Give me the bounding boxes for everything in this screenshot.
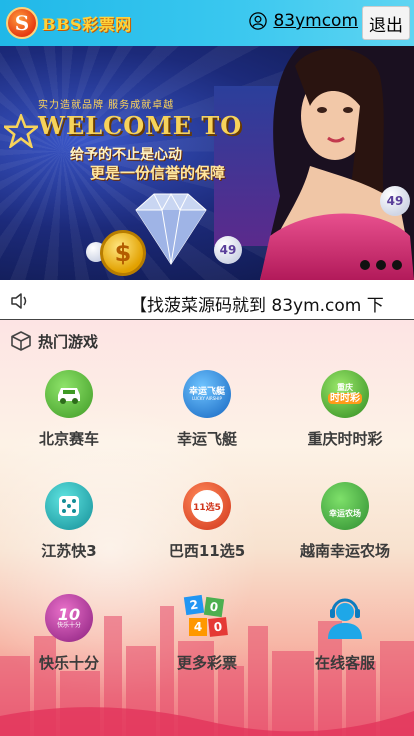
number-tile: 0 bbox=[208, 617, 228, 637]
section-header: 热门游戏 bbox=[10, 330, 98, 352]
announcement-text: 【找菠菜源码就到 83ym.com 下 bbox=[130, 296, 384, 316]
badge-text: 幸运农场 bbox=[329, 508, 361, 518]
speaker-icon bbox=[11, 293, 27, 309]
game-item-chongqing-ssc[interactable]: 重庆 时时彩 重庆时时彩 bbox=[276, 370, 414, 470]
number-tile: 0 bbox=[203, 596, 225, 618]
game-label: 幸运飞艇 bbox=[176, 430, 237, 448]
banner-welcome: WELCOME TO bbox=[38, 111, 243, 140]
carousel-dot[interactable] bbox=[376, 260, 386, 270]
announcement-bar[interactable]: 【找菠菜源码就到 83ym.com 下 bbox=[0, 282, 414, 320]
game-label: 巴西11选5 bbox=[168, 542, 246, 560]
number-tile: 2 bbox=[183, 594, 205, 616]
banner-slogan: 实力造就品牌 服务成就卓越 bbox=[38, 100, 175, 111]
lottery-icon: 重庆 时时彩 bbox=[321, 370, 369, 418]
badge-text: 11选5 bbox=[191, 490, 223, 522]
user-icon bbox=[249, 12, 268, 30]
star-icon bbox=[4, 114, 38, 148]
logo-text: BBS彩票网 bbox=[42, 15, 132, 34]
game-item-happy-ten[interactable]: 10 快乐十分 快乐十分 bbox=[0, 594, 138, 694]
farm-icon: 幸运农场 bbox=[321, 482, 369, 530]
game-label: 江苏快3 bbox=[41, 542, 97, 560]
coin-icon: $ bbox=[100, 230, 146, 276]
game-label: 更多彩票 bbox=[176, 654, 237, 672]
game-item-beijing-racing[interactable]: 北京赛车 bbox=[0, 370, 138, 470]
game-label: 北京赛车 bbox=[38, 430, 99, 448]
game-item-more-lottery[interactable]: 2 0 4 0 更多彩票 bbox=[138, 594, 276, 694]
promo-banner[interactable]: 实力造就品牌 服务成就卓越 WELCOME TO 给予的不止是心动 更是一份信誉… bbox=[0, 46, 414, 280]
more-lottery-icon: 2 0 4 0 bbox=[183, 594, 231, 642]
game-item-lucky-airship[interactable]: 幸运飞艇 LUCKY AIRSHIP 幸运飞艇 bbox=[138, 370, 276, 470]
badge-text: 10 bbox=[57, 605, 81, 624]
eleven-five-icon: 11选5 bbox=[183, 482, 231, 530]
logo-emblem-icon: S bbox=[6, 7, 38, 39]
game-item-jiangsu-k3[interactable]: 江苏快3 bbox=[0, 482, 138, 582]
game-item-brazil-11x5[interactable]: 11选5 巴西11选5 bbox=[138, 482, 276, 582]
section-title: 热门游戏 bbox=[38, 332, 99, 351]
user-link[interactable]: 83ymcom bbox=[249, 11, 358, 31]
top-header: S BBS彩票网 83ymcom 退出 bbox=[0, 0, 414, 46]
carousel-dot[interactable] bbox=[392, 260, 402, 270]
badge-subtext: LUCKY AIRSHIP bbox=[192, 395, 222, 401]
username[interactable]: 83ymcom bbox=[273, 11, 358, 31]
lottery-ball: 49 bbox=[214, 236, 242, 264]
badge-subtext: 快乐十分 bbox=[56, 622, 81, 629]
model-photo bbox=[260, 46, 414, 280]
game-label: 重庆时时彩 bbox=[307, 430, 383, 448]
logout-button[interactable]: 退出 bbox=[362, 6, 410, 40]
game-label: 在线客服 bbox=[314, 654, 375, 672]
banner-subtitle-2: 更是一份信誉的保障 bbox=[90, 164, 226, 182]
game-label: 越南幸运农场 bbox=[299, 542, 390, 560]
number-tile: 4 bbox=[189, 618, 207, 636]
airship-icon: 幸运飞艇 LUCKY AIRSHIP bbox=[183, 370, 231, 418]
dice-icon bbox=[45, 482, 93, 530]
happy-ten-icon: 10 快乐十分 bbox=[45, 594, 93, 642]
game-label: 快乐十分 bbox=[38, 654, 99, 672]
game-item-vietnam-lucky-farm[interactable]: 幸运农场 越南幸运农场 bbox=[276, 482, 414, 582]
customer-service-icon bbox=[321, 594, 369, 642]
badge-subtext: 时时彩 bbox=[328, 392, 362, 404]
game-item-customer-service[interactable]: 在线客服 bbox=[276, 594, 414, 694]
carousel-indicators bbox=[360, 260, 402, 270]
car-icon bbox=[45, 370, 93, 418]
site-logo[interactable]: S BBS彩票网 bbox=[6, 7, 132, 39]
badge-text: 重庆 bbox=[337, 383, 353, 393]
cube-icon bbox=[11, 331, 31, 351]
lottery-ball: 49 bbox=[380, 186, 410, 216]
carousel-dot[interactable] bbox=[360, 260, 370, 270]
banner-subtitle-1: 给予的不止是心动 bbox=[70, 147, 182, 163]
hot-games-section: 热门游戏 北京赛车 幸运飞艇 LUCKY AIRSHIP 幸运飞艇 重庆 时时彩… bbox=[0, 320, 414, 736]
